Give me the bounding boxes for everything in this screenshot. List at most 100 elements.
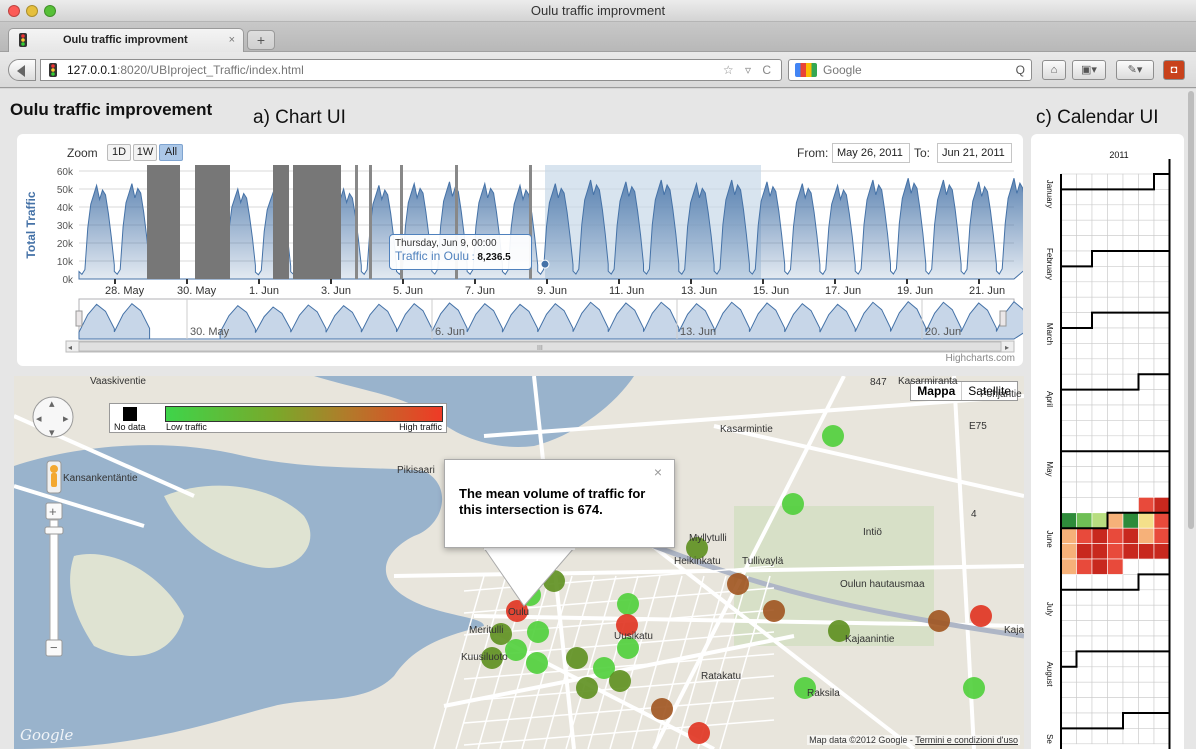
chart-y-tick-label: 10k (57, 257, 74, 268)
calendar-day-cell (1091, 651, 1108, 668)
chart-panel: Total Traffic 0k 10k 20k 30k 40k 50k 60k 28. May… (17, 134, 1023, 366)
google-logo[interactable]: Google (20, 726, 73, 744)
calendar-day-cell (1153, 681, 1170, 698)
window-title: Oulu traffic improvment (530, 3, 666, 18)
url-bar[interactable]: 127.0.0.1:8020/UBIproject_Traffic/index.… (40, 59, 782, 81)
page-scrollbar[interactable] (1187, 89, 1195, 749)
calendar-day-cell (1060, 604, 1077, 621)
calendar-day-cell (1091, 420, 1108, 437)
calendar-grid[interactable]: 2011 January February March April May June July… (1031, 134, 1184, 749)
calendar-day-cell (1138, 435, 1155, 452)
calendar-day-cell (1153, 604, 1170, 621)
calendar-day-cell (1153, 574, 1170, 591)
traffic-legend: No data Low traffic High traffic (109, 403, 447, 433)
calendar-day-cell (1107, 204, 1124, 221)
calendar-day-cell (1091, 635, 1108, 652)
chart-x-tick-label: 21. Jun (969, 285, 1005, 297)
chart-x-tick-label: 11. Jun (609, 285, 644, 297)
calendar-day-cell (1107, 327, 1124, 344)
calendar-ui-annotation: c) Calendar UI (1036, 107, 1159, 128)
zoom-in-icon: + (49, 504, 57, 519)
range-to-input[interactable]: Jun 21, 2011 (937, 143, 1012, 163)
calendar-day-cell (1091, 497, 1108, 514)
bookmark-star-icon[interactable]: ☆ ▿ C (723, 60, 775, 80)
calendar-day-cell-colored (1060, 527, 1077, 544)
calendar-day-cell (1153, 404, 1170, 421)
tab-close-icon[interactable]: × (229, 29, 235, 51)
calendar-day-cell (1107, 235, 1124, 252)
highcharts-credits[interactable]: Highcharts.com (946, 353, 1015, 364)
calendar-day-cell (1122, 250, 1139, 267)
info-window-close-icon[interactable]: × (654, 464, 662, 480)
calendar-day-cell (1076, 712, 1093, 729)
calendar-day-cell (1138, 327, 1155, 344)
calendar-day-cell (1091, 204, 1108, 221)
calendar-day-cell (1060, 497, 1077, 514)
back-button[interactable] (8, 59, 36, 81)
calendar-day-cell (1122, 697, 1139, 714)
calendar-day-cell (1122, 373, 1139, 390)
page-content: Oulu traffic improvement a) Chart UI c) … (0, 89, 1196, 749)
bookmarks-menu-button[interactable]: ▣▾ (1072, 60, 1106, 80)
calendar-day-cell (1107, 404, 1124, 421)
calendar-day-cell (1091, 358, 1108, 375)
chart-x-tick-label: 13. Jun (681, 285, 717, 297)
calendar-day-cell (1122, 266, 1139, 283)
calendar-day-cell (1138, 312, 1155, 329)
minimize-window-icon[interactable] (26, 5, 38, 17)
calendar-day-cell (1138, 466, 1155, 483)
calendar-day-cell (1122, 189, 1139, 206)
calendar-day-cell (1107, 281, 1124, 298)
map-place-label: Heikinkatu (674, 556, 721, 567)
calendar-day-cell (1138, 250, 1155, 267)
calendar-day-cell (1076, 204, 1093, 221)
calendar-day-cell-colored (1138, 527, 1155, 544)
zoom-1d-button[interactable]: 1D (107, 144, 131, 161)
search-input[interactable]: Google Q (788, 59, 1032, 81)
calendar-day-cell (1138, 635, 1155, 652)
zoom-all-button[interactable]: All (159, 144, 183, 161)
calendar-day-cell (1060, 466, 1077, 483)
home-button[interactable]: ⌂ (1042, 60, 1066, 80)
calendar-heatmap[interactable]: 2011 January February March April May June July… (1031, 134, 1184, 749)
calendar-day-cell (1153, 389, 1170, 406)
range-from-input[interactable]: May 26, 2011 (832, 143, 910, 163)
map-place-label: Myllytulli (689, 533, 727, 544)
calendar-day-cell (1138, 235, 1155, 252)
close-window-icon[interactable] (8, 5, 20, 17)
tab-active[interactable]: Oulu traffic improvment × (8, 28, 244, 52)
traffic-map[interactable]: ▴ ▾ ◂ ▸ + − No data Low traffic High traffic … (14, 376, 1024, 749)
calendar-day-cell (1107, 343, 1124, 360)
search-icon[interactable]: Q (1016, 60, 1025, 80)
chart-y-tick-label: 20k (57, 239, 74, 250)
calendar-day-cell (1153, 651, 1170, 668)
intersection-marker (526, 652, 548, 674)
page-scrollbar-thumb[interactable] (1188, 91, 1194, 529)
calendar-day-cell (1060, 651, 1077, 668)
google-engine-icon[interactable] (795, 63, 817, 77)
calendar-day-cell (1138, 574, 1155, 591)
zoom-slider-track (49, 519, 59, 641)
extension-button[interactable]: ✎▾ (1116, 60, 1154, 80)
zoom-1w-button[interactable]: 1W (133, 144, 157, 161)
map-terms-link[interactable]: Termini e condizioni d'uso (915, 735, 1018, 745)
calendar-day-cell (1076, 728, 1093, 745)
new-tab-button[interactable]: + (247, 30, 275, 50)
calendar-day-cell (1153, 204, 1170, 221)
calendar-day-cell (1091, 250, 1108, 267)
calendar-day-cell (1060, 589, 1077, 606)
calendar-day-cell (1122, 358, 1139, 375)
calendar-day-cell (1138, 173, 1155, 190)
calendar-day-cell-colored (1076, 527, 1093, 544)
calendar-day-cell (1091, 435, 1108, 452)
map-place-label: Vaaskiventie (90, 376, 146, 387)
calendar-day-cell (1060, 666, 1077, 683)
calendar-day-cell (1076, 266, 1093, 283)
addon-icon[interactable]: ◘ (1163, 60, 1185, 80)
legend-no-data-label: No data (114, 422, 146, 432)
calendar-day-cell (1091, 219, 1108, 236)
calendar-day-cell (1091, 481, 1108, 498)
scroll-left-arrow-icon: ◂ (68, 343, 72, 352)
zoom-window-icon[interactable] (44, 5, 56, 17)
calendar-month-label: March (1045, 323, 1054, 345)
